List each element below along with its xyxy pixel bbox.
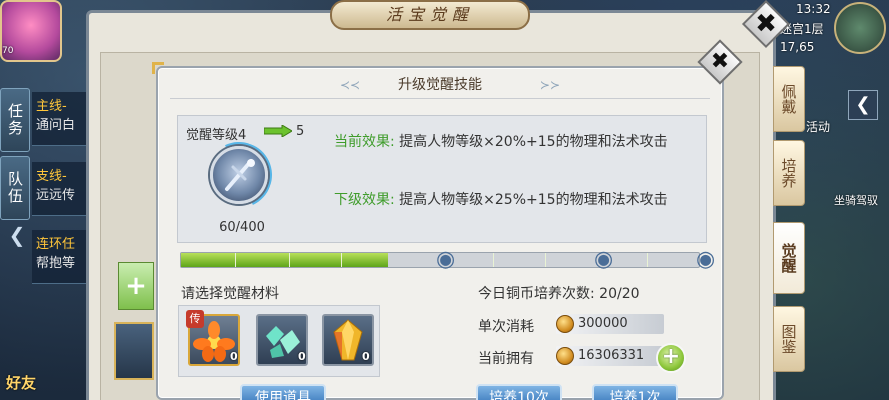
progress-segment (493, 253, 494, 267)
title-divider (170, 98, 710, 99)
cultivation-count: 今日铜币培养次数: 20/20 (478, 286, 640, 302)
cultivate-1-button[interactable]: 培养1次 (592, 384, 678, 400)
player-level: 70 (2, 46, 14, 56)
equipped-pet-slot[interactable] (114, 322, 154, 380)
mount-label[interactable]: 坐骑驾驭 (834, 192, 878, 208)
material-qty: 0 (230, 350, 238, 363)
dialog-corner-decor (152, 62, 164, 74)
single-cost-label: 单次消耗 (478, 319, 534, 335)
progress-segment (341, 253, 342, 267)
awaken-progress-fill (181, 253, 388, 267)
close-icon: ✖ (710, 49, 730, 74)
skill-progress-count: 60/400 (219, 220, 265, 235)
quest-type: 连环任 (36, 237, 76, 252)
tab-wear[interactable]: 佩戴 (773, 66, 805, 132)
clock: 13:32 (796, 2, 831, 16)
quest-desc: 帮抱等 (36, 256, 76, 271)
tab-awaken-label: 觉醒 (779, 243, 798, 273)
quest-desc: 远远传 (36, 188, 76, 203)
progress-segment (289, 253, 290, 267)
chevron-left-icon[interactable]: ❮ (848, 90, 878, 120)
quest-type: 支线- (36, 169, 67, 184)
material-qty: 0 (298, 350, 306, 363)
minimap[interactable] (834, 2, 886, 54)
material-qty: 0 (362, 350, 370, 363)
tab-codex-label: 图鉴 (779, 324, 798, 354)
next-effect: 下级效果: 提高人物等级×25%+15的物理和法术攻击 (334, 190, 694, 211)
tab-cultivate-label: 培养 (779, 158, 798, 188)
current-awaken-level: 觉醒等级4 (186, 128, 247, 143)
friends-label[interactable]: 好友 (6, 372, 36, 393)
location-coords: 17,65 (780, 40, 815, 54)
tab-tasks[interactable]: 任务 (0, 88, 30, 152)
progress-milestone-icon: ◉ (436, 247, 456, 272)
copper-coin-icon (556, 315, 574, 333)
quest-item-side[interactable]: 支线- 远远传 (32, 162, 92, 216)
legendary-tag: 传 (186, 310, 204, 328)
progress-milestone-icon: ◉ (696, 247, 716, 272)
activity-label[interactable]: 活动 (806, 118, 830, 135)
panel-title: 活宝觉醒 (330, 0, 530, 30)
dialog-title: 升级觉醒技能 (398, 77, 482, 93)
tab-wear-label: 佩戴 (779, 84, 798, 114)
title-right-decor-icon: ≻≻ (539, 78, 560, 92)
material-title: 请选择觉醒材料 (181, 286, 279, 302)
use-item-button[interactable]: 使用道具 (240, 384, 326, 400)
quest-item-main[interactable]: 主线- 通问白 (32, 92, 92, 146)
cultivate-10-button[interactable]: 培养10次 (476, 384, 562, 400)
collapse-arrow-icon[interactable]: ❮ (4, 222, 30, 248)
tab-awaken[interactable]: 觉醒 (773, 222, 805, 294)
add-material-icon[interactable]: + (118, 262, 154, 310)
progress-milestone-icon: ◉ (594, 247, 614, 272)
next-effect-text: 提高人物等级×25%+15的物理和法术攻击 (399, 192, 668, 208)
progress-segment (545, 253, 546, 267)
next-effect-label: 下级效果: (334, 192, 395, 208)
tab-team-label: 队伍 (6, 171, 24, 205)
level-up-arrow-icon (264, 125, 292, 137)
owned-label: 当前拥有 (478, 351, 534, 367)
quest-desc: 通问白 (36, 118, 76, 133)
tab-tasks-label: 任务 (6, 103, 24, 137)
quest-type: 主线- (36, 99, 67, 114)
tab-codex[interactable]: 图鉴 (773, 306, 805, 372)
progress-segment (647, 253, 648, 267)
current-effect-label: 当前效果: (334, 134, 395, 150)
quest-item-chain[interactable]: 连环任 帮抱等 (32, 230, 92, 284)
close-icon: ✖ (755, 9, 777, 39)
copper-coin-icon (556, 347, 574, 365)
tab-team[interactable]: 队伍 (0, 156, 30, 220)
progress-segment (235, 253, 236, 267)
tab-cultivate[interactable]: 培养 (773, 140, 805, 206)
sword-icon (225, 159, 255, 191)
current-effect-text: 提高人物等级×20%+15的物理和法术攻击 (399, 134, 668, 150)
awaken-skill-icon[interactable] (210, 146, 268, 204)
current-effect: 当前效果: 提高人物等级×20%+15的物理和法术攻击 (334, 132, 694, 153)
add-coins-button[interactable]: + (656, 343, 686, 373)
next-awaken-level: 5 (296, 124, 305, 139)
